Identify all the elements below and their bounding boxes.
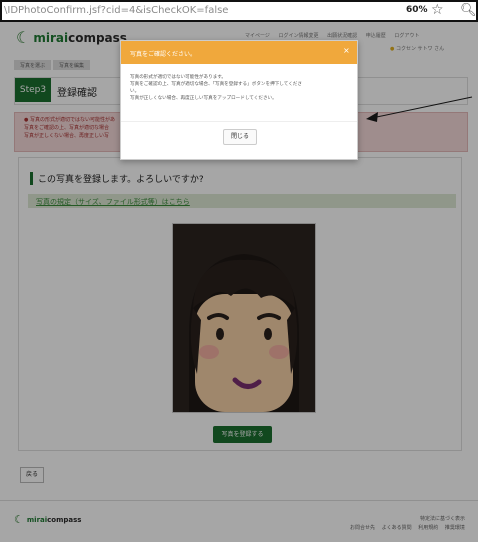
photo-check-dialog: 写真をご確認ください。 × 写真の形式が適切ではない可能性があります。 写真をご…	[120, 40, 358, 160]
url-text[interactable]: \IDPhotoConfirm.jsf?cid=4&isCheckOK=fals…	[4, 5, 228, 16]
dialog-title: 写真をご確認ください。	[130, 51, 197, 58]
close-icon[interactable]: ×	[343, 46, 350, 55]
search-icon[interactable]: 🔍︎	[460, 3, 477, 18]
zoom-level[interactable]: 60%	[406, 5, 428, 15]
dialog-close-button[interactable]: 閉じる	[223, 129, 257, 145]
browser-address-bar[interactable]: \IDPhotoConfirm.jsf?cid=4&isCheckOK=fals…	[0, 0, 478, 22]
dialog-divider	[121, 121, 357, 122]
dialog-message: 写真の形式が適切ではない可能性があります。 写真をご確認の上、写真が適切な場合、…	[130, 75, 302, 101]
star-icon[interactable]: ☆	[431, 2, 444, 18]
